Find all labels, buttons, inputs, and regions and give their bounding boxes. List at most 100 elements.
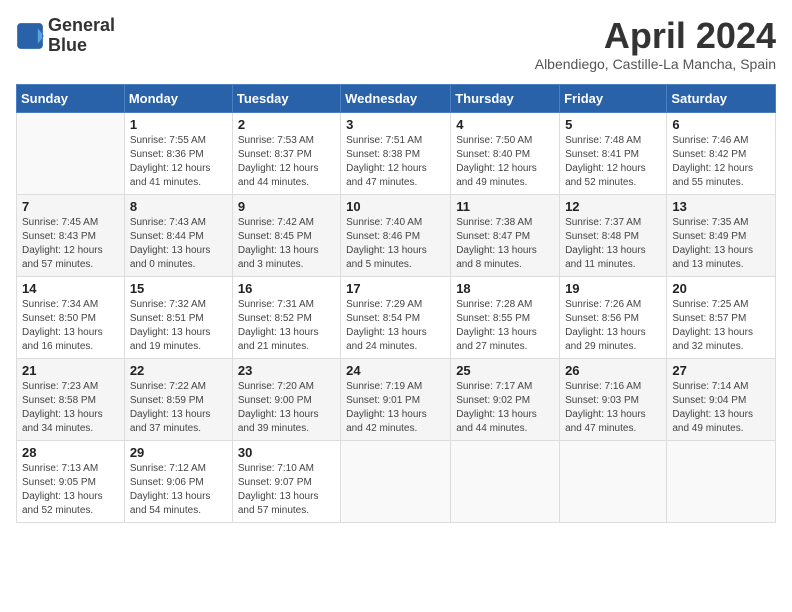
day-number: 7 [22,199,119,214]
calendar-cell: 1Sunrise: 7:55 AMSunset: 8:36 PMDaylight… [124,112,232,194]
calendar-cell: 3Sunrise: 7:51 AMSunset: 8:38 PMDaylight… [341,112,451,194]
sunrise-label: Sunrise: 7:50 AM [456,135,532,146]
daylight-label: Daylight: 13 hours and 34 minutes. [22,409,103,434]
calendar-header: SundayMondayTuesdayWednesdayThursdayFrid… [17,84,776,112]
sunrise-label: Sunrise: 7:42 AM [238,217,314,228]
day-number: 8 [130,199,227,214]
sunrise-label: Sunrise: 7:31 AM [238,299,314,310]
calendar-cell: 18Sunrise: 7:28 AMSunset: 8:55 PMDayligh… [451,276,560,358]
sunrise-label: Sunrise: 7:45 AM [22,217,98,228]
daylight-label: Daylight: 13 hours and 5 minutes. [346,245,427,270]
sunset-label: Sunset: 9:02 PM [456,395,530,406]
sunset-label: Sunset: 8:45 PM [238,231,312,242]
calendar-body: 1Sunrise: 7:55 AMSunset: 8:36 PMDaylight… [17,112,776,522]
day-number: 14 [22,281,119,296]
daylight-label: Daylight: 13 hours and 29 minutes. [565,327,646,352]
calendar-table: SundayMondayTuesdayWednesdayThursdayFrid… [16,84,776,523]
calendar-cell: 21 Sunrise: 7:23 AMSunset: 8:58 PMDayligh… [17,358,125,440]
sunrise-label: Sunrise: 7:17 AM [456,381,532,392]
daylight-label: Daylight: 13 hours and 37 minutes. [130,409,211,434]
day-number: 3 [346,117,445,132]
sunset-label: Sunset: 8:46 PM [346,231,420,242]
day-number: 11 [456,199,554,214]
sunset-label: Sunset: 8:41 PM [565,149,639,160]
calendar-week-row: 1Sunrise: 7:55 AMSunset: 8:36 PMDaylight… [17,112,776,194]
day-number: 28 [22,445,119,460]
sunset-label: Sunset: 9:07 PM [238,477,312,488]
calendar-cell: 12Sunrise: 7:37 AMSunset: 8:48 PMDayligh… [560,194,667,276]
calendar-cell: 20 Sunrise: 7:25 AMSunset: 8:57 PMDayligh… [667,276,776,358]
day-info: Sunrise: 7:10 AMSunset: 9:07 PMDaylight:… [238,462,335,518]
day-number: 2 [238,117,335,132]
daylight-label: Daylight: 12 hours and 41 minutes. [130,163,211,188]
day-info: Sunrise: 7:25 AMSunset: 8:57 PMDaylight:… [672,298,770,354]
day-number: 20 [672,281,770,296]
sunrise-label: Sunrise: 7:48 AM [565,135,641,146]
daylight-label: Daylight: 13 hours and 42 minutes. [346,409,427,434]
day-number: 21 [22,363,119,378]
day-info: Sunrise: 7:37 AMSunset: 8:48 PMDaylight:… [565,216,661,272]
sunrise-label: Sunrise: 7:53 AM [238,135,314,146]
calendar-cell: 6 Sunrise: 7:46 AMSunset: 8:42 PMDaylight… [667,112,776,194]
calendar-cell: 8Sunrise: 7:43 AMSunset: 8:44 PMDaylight… [124,194,232,276]
weekday-header: Monday [124,84,232,112]
day-info: Sunrise: 7:14 AMSunset: 9:04 PMDaylight:… [672,380,770,436]
daylight-label: Daylight: 13 hours and 47 minutes. [565,409,646,434]
sunset-label: Sunset: 9:00 PM [238,395,312,406]
sunrise-label: Sunrise: 7:37 AM [565,217,641,228]
calendar-cell: 30Sunrise: 7:10 AMSunset: 9:07 PMDayligh… [232,440,340,522]
day-number: 27 [672,363,770,378]
daylight-label: Daylight: 12 hours and 55 minutes. [672,163,753,188]
sunrise-label: Sunrise: 7:22 AM [130,381,206,392]
day-number: 6 [672,117,770,132]
daylight-label: Daylight: 13 hours and 44 minutes. [456,409,537,434]
calendar-week-row: 28Sunrise: 7:13 AMSunset: 9:05 PMDayligh… [17,440,776,522]
weekday-header: Saturday [667,84,776,112]
daylight-label: Daylight: 13 hours and 11 minutes. [565,245,646,270]
sunset-label: Sunset: 8:37 PM [238,149,312,160]
day-info: Sunrise: 7:48 AMSunset: 8:41 PMDaylight:… [565,134,661,190]
day-info: Sunrise: 7:29 AM Sunset: 8:54 PM Daylight:… [346,298,445,354]
calendar-cell: 9Sunrise: 7:42 AMSunset: 8:45 PMDaylight… [232,194,340,276]
daylight-label: Daylight: 13 hours and 19 minutes. [130,327,211,352]
sunset-label: Sunset: 9:06 PM [130,477,204,488]
day-info: Sunrise: 7:46 AMSunset: 8:42 PMDaylight:… [672,134,770,190]
calendar-cell: 27 Sunrise: 7:14 AMSunset: 9:04 PMDayligh… [667,358,776,440]
sunrise-label: Sunrise: 7:13 AM [22,463,98,474]
day-info: Sunrise: 7:23 AMSunset: 8:58 PMDaylight:… [22,380,119,436]
weekday-header: Wednesday [341,84,451,112]
sunrise-label: Sunrise: 7:34 AM [22,299,98,310]
page-header: General Blue April 2024 Albendiego, Cast… [16,16,776,72]
sunset-label: Sunset: 8:38 PM [346,149,420,160]
day-info: Sunrise: 7:17 AM Sunset: 9:02 PM Daylight:… [456,380,554,436]
calendar-cell: 22Sunrise: 7:22 AMSunset: 8:59 PMDayligh… [124,358,232,440]
day-info: Sunrise: 7:42 AM Sunset: 8:45 PM Daylight:… [238,216,335,272]
daylight-label: Daylight: 13 hours and 27 minutes. [456,327,537,352]
sunset-label: Sunset: 8:50 PM [22,313,96,324]
sunset-label: Sunset: 9:05 PM [22,477,96,488]
sunrise-label: Sunrise: 7:40 AM [346,217,422,228]
sunset-label: Sunset: 8:54 PM [346,313,420,324]
sunrise-label: Sunrise: 7:23 AM [22,381,98,392]
calendar-cell [667,440,776,522]
daylight-label: Daylight: 13 hours and 32 minutes. [672,327,753,352]
weekday-header: Friday [560,84,667,112]
sunset-label: Sunset: 9:01 PM [346,395,420,406]
sunrise-label: Sunrise: 7:38 AM [456,217,532,228]
day-info: Sunrise: 7:55 AMSunset: 8:36 PMDaylight:… [130,134,227,190]
daylight-label: Daylight: 13 hours and 24 minutes. [346,327,427,352]
day-number: 17 [346,281,445,296]
day-number: 10 [346,199,445,214]
daylight-label: Daylight: 13 hours and 3 minutes. [238,245,319,270]
sunrise-label: Sunrise: 7:29 AM [346,299,422,310]
sunset-label: Sunset: 9:04 PM [672,395,746,406]
sunset-label: Sunset: 8:44 PM [130,231,204,242]
daylight-label: Daylight: 12 hours and 44 minutes. [238,163,319,188]
daylight-label: Daylight: 13 hours and 16 minutes. [22,327,103,352]
day-number: 18 [456,281,554,296]
calendar-week-row: 21 Sunrise: 7:23 AMSunset: 8:58 PMDayligh… [17,358,776,440]
sunrise-label: Sunrise: 7:51 AM [346,135,422,146]
sunrise-label: Sunrise: 7:20 AM [238,381,314,392]
calendar-cell [560,440,667,522]
day-number: 13 [672,199,770,214]
